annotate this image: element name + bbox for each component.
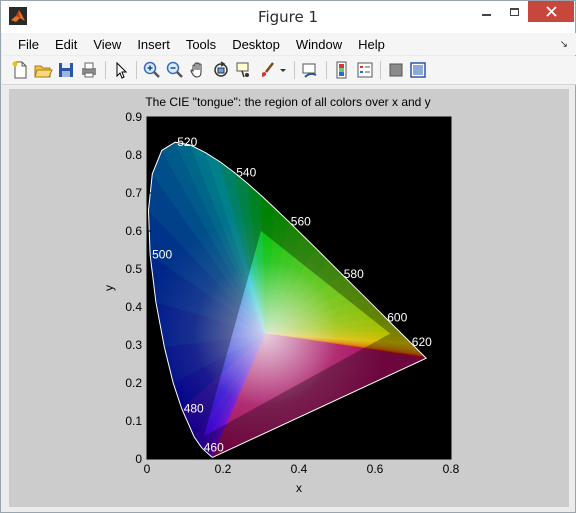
y-tick-label: 0.7 — [125, 186, 142, 200]
cie-chart: 0 0.2 0.4 0.6 0.8 0 0.1 0.2 0.3 0.4 0.5 0.6 0.7 0.8 0.… — [102, 110, 460, 495]
wavelength-label: 620 — [412, 335, 432, 349]
wavelength-label: 580 — [344, 267, 364, 281]
y-tick-label: 0.4 — [125, 300, 142, 314]
x-tick-label: 0 — [144, 462, 151, 476]
y-tick-label: 0.9 — [125, 110, 142, 124]
y-tick-label: 0.1 — [125, 414, 142, 428]
y-tick-label: 0.8 — [125, 148, 142, 162]
y-axis-label: y — [102, 285, 116, 291]
wavelength-label: 560 — [291, 215, 311, 229]
wavelength-label: 500 — [152, 247, 172, 261]
y-tick-label: 0.3 — [125, 338, 142, 352]
x-axis-label: x — [296, 481, 302, 495]
x-tick-label: 0.8 — [443, 462, 460, 476]
y-tick-label: 0 — [135, 452, 142, 466]
y-tick-label: 0.6 — [125, 224, 142, 238]
y-tick-label: 0.2 — [125, 376, 142, 390]
wavelength-label: 480 — [184, 402, 204, 416]
x-tick-label: 0.6 — [367, 462, 384, 476]
wavelength-label: 540 — [236, 165, 256, 179]
x-tick-label: 0.4 — [291, 462, 308, 476]
wavelength-label: 600 — [387, 310, 407, 324]
wavelength-label: 520 — [177, 135, 197, 149]
wavelength-label: 460 — [204, 441, 224, 455]
x-tick-label: 0.2 — [215, 462, 232, 476]
y-tick-label: 0.5 — [125, 262, 142, 276]
